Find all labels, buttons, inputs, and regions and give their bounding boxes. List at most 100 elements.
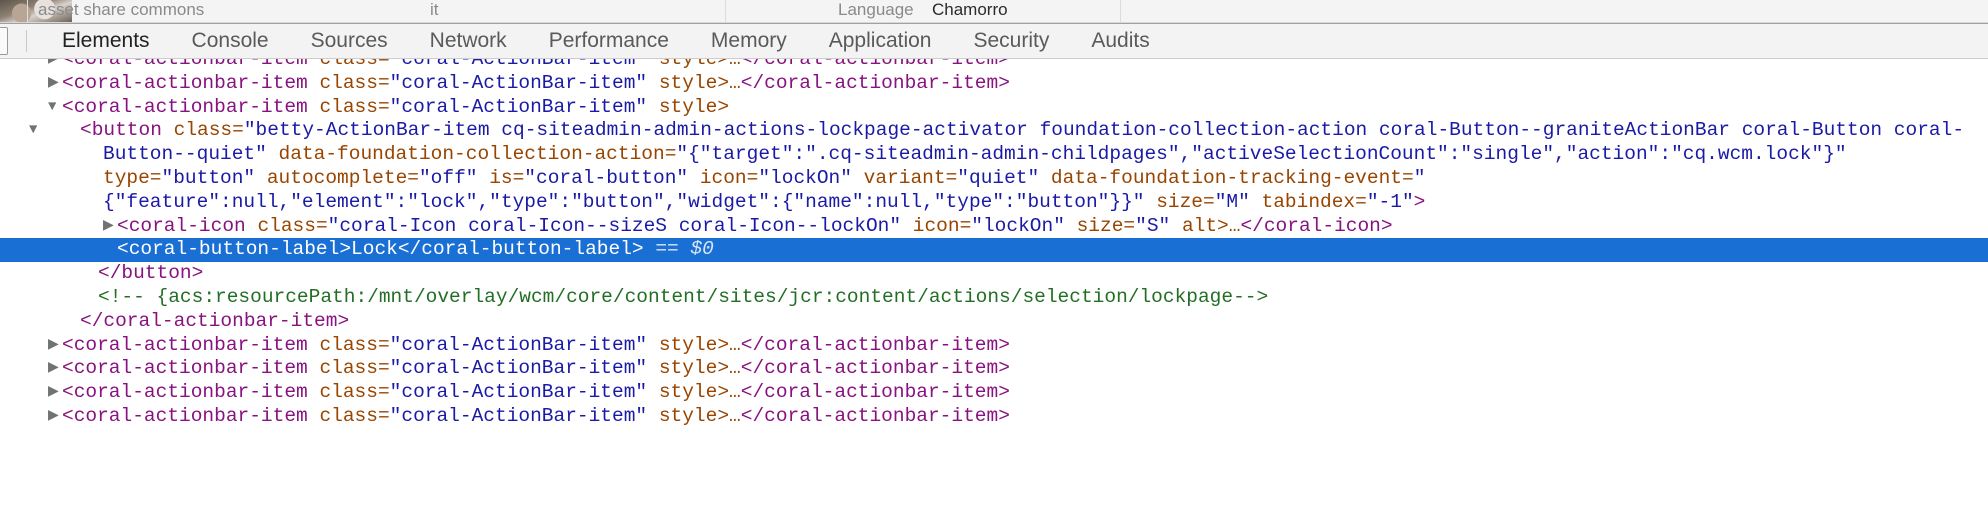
attr-name-tracking: data-foundation-tracking-event= (1050, 166, 1414, 189)
language-value: Chamorro (932, 0, 1008, 19)
dom-node-row-button-close[interactable]: </button> (0, 262, 1988, 286)
expand-triangle-icon[interactable] (48, 59, 62, 72)
attr-name-tabindex: tabindex= (1261, 190, 1367, 213)
dom-node-row[interactable]: <coral-actionbar-item class="coral-Actio… (0, 381, 1988, 405)
tag-close: </coral-actionbar-item> (740, 381, 1010, 404)
collapsed-ellipsis[interactable]: … (729, 72, 741, 94)
collapsed-ellipsis[interactable]: … (729, 59, 741, 70)
attr-value-icon: "lockOn" (971, 214, 1065, 237)
html-comment: <!-- {acs:resourcePath:/mnt/overlay/wcm/… (98, 285, 1269, 308)
attr-name-size: size= (1156, 190, 1215, 213)
dom-node-row[interactable]: <coral-actionbar-item class="coral-Actio… (0, 59, 1988, 72)
column-divider-left (27, 0, 28, 22)
collapsed-ellipsis[interactable]: … (729, 334, 741, 356)
tag-open: <coral-actionbar-item (62, 381, 308, 404)
tag-close: </coral-actionbar-item> (740, 357, 1010, 380)
attr-value: "coral-ActionBar-item" (389, 59, 648, 70)
tab-performance[interactable]: Performance (528, 23, 690, 59)
tag-open: <coral-actionbar-item (62, 404, 308, 427)
attr-value: "coral-ActionBar-item" (389, 381, 648, 404)
dom-node-row[interactable]: <coral-actionbar-item class="coral-Actio… (0, 334, 1988, 358)
attr-value: "coral-ActionBar-item" (389, 357, 648, 380)
tag-close: </coral-button-label> (397, 238, 644, 261)
tab-security[interactable]: Security (952, 23, 1070, 59)
language-label: Language (838, 0, 914, 19)
console-reference-marker: == $0 (655, 238, 714, 261)
attr-name-icon: icon= (699, 166, 759, 189)
attr-value-variant: "quiet" (957, 166, 1040, 189)
attr-name-collection-action: data-foundation-collection-action= (278, 143, 677, 166)
attr-value-class: "coral-Icon coral-Icon--sizeS coral-Icon… (327, 214, 902, 237)
tag-open: <coral-actionbar-item (62, 333, 308, 356)
attr-name-style: style> (658, 381, 730, 404)
dom-node-row-item-close[interactable]: </coral-actionbar-item> (0, 310, 1988, 334)
tag-close: </button> (98, 262, 204, 285)
attr-name-variant: variant= (863, 166, 958, 189)
collapsed-ellipsis[interactable]: … (1229, 215, 1241, 237)
tab-application[interactable]: Application (808, 23, 953, 59)
attr-value: "coral-ActionBar-item" (389, 71, 648, 94)
collapsed-ellipsis[interactable]: … (729, 405, 741, 427)
attr-name: class= (319, 381, 390, 404)
tag-open: <coral-actionbar-item (62, 95, 308, 118)
attr-name-icon: icon= (912, 214, 972, 237)
expand-triangle-icon[interactable] (48, 72, 62, 96)
attr-value: "coral-ActionBar-item" (389, 404, 648, 427)
tag-close: </coral-actionbar-item> (740, 71, 1010, 94)
attr-name-class: class= (173, 119, 244, 142)
node-text-lock: Lock (351, 238, 398, 261)
attr-name: class= (319, 357, 390, 380)
collapsed-ellipsis[interactable]: … (729, 357, 741, 379)
attr-name-size: size= (1076, 214, 1136, 237)
attr-name: class= (319, 333, 390, 356)
tag-open: <coral-actionbar-item (62, 71, 308, 94)
dom-node-row[interactable]: <coral-actionbar-item class="coral-Actio… (0, 357, 1988, 381)
dock-panel-icon[interactable] (0, 27, 8, 55)
attr-name-style: style> (658, 357, 730, 380)
collapsed-ellipsis[interactable]: … (729, 381, 741, 403)
attr-name-alt: alt> (1181, 214, 1229, 237)
column-divider-middle (725, 0, 726, 22)
attr-name-style: style> (658, 333, 730, 356)
attr-name-class: class= (257, 214, 328, 237)
collapse-triangle-icon[interactable] (48, 96, 62, 120)
attr-value-tabindex: "-1" (1366, 190, 1414, 213)
expand-triangle-icon[interactable] (103, 215, 117, 239)
dom-node-row[interactable]: <coral-actionbar-item class="coral-Actio… (0, 72, 1988, 96)
attr-name-style: style> (658, 95, 730, 118)
attr-value-autocomplete: "off" (418, 166, 478, 189)
tag-close: </coral-icon> (1240, 214, 1393, 237)
asset-share-commons-label: asset share commons (38, 0, 205, 19)
tab-audits[interactable]: Audits (1070, 23, 1170, 59)
expand-triangle-icon[interactable] (48, 334, 62, 358)
dom-node-row-comment[interactable]: <!-- {acs:resourcePath:/mnt/overlay/wcm/… (0, 286, 1988, 310)
attr-name-autocomplete: autocomplete= (266, 166, 419, 189)
devtools-toolbar: Elements Console Sources Network Perform… (0, 23, 1988, 59)
tab-elements[interactable]: Elements (41, 23, 171, 59)
tab-memory[interactable]: Memory (690, 23, 808, 59)
expand-triangle-icon[interactable] (48, 381, 62, 405)
attr-name-is: is= (489, 166, 525, 189)
dom-node-row-button[interactable]: <button class="betty-ActionBar-item cq-s… (0, 119, 1988, 214)
tag-close-bracket: > (1413, 190, 1426, 213)
attr-name: class= (319, 404, 390, 427)
tab-console[interactable]: Console (171, 23, 290, 59)
dom-node-row-expanded[interactable]: <coral-actionbar-item class="coral-Actio… (0, 96, 1988, 120)
tab-network[interactable]: Network (409, 23, 528, 59)
tab-sources[interactable]: Sources (290, 23, 409, 59)
tag-close: </coral-actionbar-item> (740, 404, 1010, 427)
expand-triangle-icon[interactable] (48, 405, 62, 429)
collapse-triangle-icon[interactable] (66, 119, 80, 143)
tag-open: <coral-icon (117, 214, 246, 237)
attr-value: "coral-ActionBar-item" (389, 95, 648, 118)
page-content-strip: asset share commons it Language Chamorro (0, 0, 1988, 23)
it-label: it (430, 0, 439, 19)
dom-node-row-selected[interactable]: <coral-button-label>Lock</coral-button-l… (0, 238, 1988, 263)
dom-node-row[interactable]: <coral-actionbar-item class="coral-Actio… (0, 405, 1988, 429)
attr-value-type: "button" (161, 166, 256, 189)
elements-dom-tree[interactable]: <coral-actionbar-item class="coral-Actio… (0, 59, 1988, 520)
expand-triangle-icon[interactable] (48, 357, 62, 381)
attr-value-icon: "lockOn" (758, 166, 852, 189)
dom-node-row-coral-icon[interactable]: <coral-icon class="coral-Icon coral-Icon… (0, 215, 1988, 239)
tag-close: </coral-actionbar-item> (740, 333, 1010, 356)
